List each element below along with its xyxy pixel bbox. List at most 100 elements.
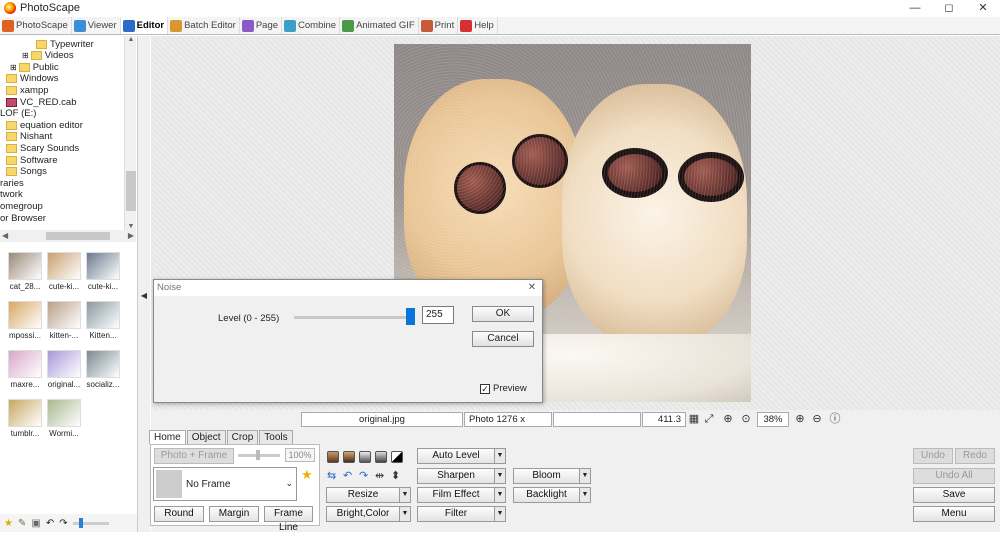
tab-help[interactable]: Help	[458, 17, 498, 34]
editor-tab-tools[interactable]: Tools	[259, 430, 293, 444]
checkmark-icon[interactable]: ✓	[480, 383, 490, 394]
filter-button[interactable]: Filter	[417, 506, 495, 522]
tab-animated-gif[interactable]: Animated GIF	[340, 17, 419, 34]
menu-button[interactable]: Menu	[913, 506, 995, 522]
auto-level-button[interactable]: Auto Level	[417, 448, 495, 464]
redo-button[interactable]: Redo	[955, 448, 995, 464]
folder-tree[interactable]: Typewriter ⊞ Videos ⊞ Public Windows xampp VC_R…	[0, 36, 137, 230]
expand-icon[interactable]: ⊞	[22, 51, 29, 60]
rotate-right-icon[interactable]: ↷	[359, 469, 368, 482]
shape-swatch[interactable]	[375, 451, 387, 463]
tree-item[interactable]: ⊞ Public	[10, 61, 59, 73]
scroll-left-icon[interactable]: ◀	[2, 230, 8, 242]
editor-tab-crop[interactable]: Crop	[226, 430, 259, 444]
maximize-button[interactable]: ◻	[932, 0, 966, 16]
bloom-button[interactable]: Bloom	[513, 468, 580, 484]
save-button[interactable]: Save	[913, 487, 995, 503]
tab-batch-editor[interactable]: Batch Editor	[168, 17, 240, 34]
zoom-out-icon[interactable]: ⊖	[810, 412, 824, 426]
tab-photoscape[interactable]: PhotoScape	[0, 17, 72, 34]
bright-color-button[interactable]: Bright,Color	[326, 506, 400, 522]
edit-icon[interactable]: ✎	[18, 518, 26, 529]
scroll-thumb[interactable]	[126, 171, 136, 211]
editor-tab-object[interactable]: Object	[186, 430, 226, 444]
level-slider-thumb[interactable]	[406, 308, 415, 325]
auto-level-dropdown-icon[interactable]: ▼	[494, 448, 506, 464]
minimize-button[interactable]: —	[898, 0, 932, 16]
tree-horizontal-scrollbar[interactable]: ◀ ▶	[0, 230, 136, 242]
thumbnail-item[interactable]: socializ...	[84, 348, 122, 394]
folder-view-icon[interactable]: ▣	[31, 518, 40, 529]
preview-checkbox[interactable]: ✓ Preview	[480, 383, 527, 394]
thumbnail-size-slider[interactable]	[72, 517, 109, 528]
tab-print[interactable]: Print	[419, 17, 459, 34]
scroll-up-icon[interactable]: ▲	[125, 36, 137, 43]
thumbnail-item[interactable]: Wormi...	[45, 397, 83, 443]
thumbnail-item[interactable]: maxre...	[6, 348, 44, 394]
photo-frame-button[interactable]: Photo + Frame	[154, 448, 234, 464]
tree-item[interactable]: xampp	[6, 84, 49, 96]
tree-item[interactable]: twork	[0, 189, 23, 201]
sharpen-button[interactable]: Sharpen	[417, 468, 495, 484]
collapse-arrow-icon[interactable]: ◀	[140, 276, 148, 316]
frame-size-slider[interactable]	[238, 450, 280, 460]
zoom-actual-icon[interactable]: ⊙	[739, 412, 753, 426]
filter-dropdown-icon[interactable]: ▼	[494, 506, 506, 522]
tree-vertical-scrollbar[interactable]: ▲ ▼	[124, 36, 136, 230]
forward-arrow-icon[interactable]: ↷	[59, 518, 67, 529]
frame-line-button[interactable]: Frame Line	[264, 506, 313, 533]
sharpen-dropdown-icon[interactable]: ▼	[494, 468, 506, 484]
cancel-button[interactable]: Cancel	[472, 331, 534, 347]
thumbnail-item[interactable]: cat_28...	[6, 250, 44, 296]
tree-item[interactable]: omegroup	[0, 200, 43, 212]
tree-item[interactable]: LOF (E:)	[0, 108, 36, 120]
frame-percent[interactable]: 100%	[285, 448, 315, 462]
dialog-close-button[interactable]: ✕	[528, 280, 536, 296]
scroll-right-icon[interactable]: ▶	[128, 230, 134, 242]
thumbnail-item[interactable]: cute-ki...	[84, 250, 122, 296]
contrast-swatch[interactable]	[391, 451, 403, 463]
thumbnail-item[interactable]: cute-ki...	[45, 250, 83, 296]
checker-icon[interactable]: ▦	[687, 412, 701, 426]
resize-dropdown-icon[interactable]: ▼	[399, 487, 411, 503]
close-button[interactable]: ✕	[966, 0, 1000, 16]
tree-item[interactable]: Software	[6, 154, 58, 166]
round-button[interactable]: Round	[154, 506, 204, 522]
panel-splitter[interactable]: ◀	[137, 36, 150, 532]
zoom-fit-icon[interactable]: ⊕	[721, 412, 735, 426]
fit-screen-icon[interactable]: ⤢	[702, 412, 716, 426]
tree-item[interactable]: Windows	[6, 73, 59, 85]
tab-page[interactable]: Page	[240, 17, 283, 34]
back-arrow-icon[interactable]: ↶	[46, 518, 54, 529]
scroll-down-icon[interactable]: ▼	[125, 223, 137, 230]
backlight-dropdown-icon[interactable]: ▼	[579, 487, 591, 503]
tab-combine[interactable]: Combine	[282, 17, 341, 34]
hscroll-thumb[interactable]	[46, 232, 110, 240]
tree-item[interactable]: raries	[0, 177, 24, 189]
undo-all-button[interactable]: Undo All	[913, 468, 995, 484]
tab-viewer[interactable]: Viewer	[72, 17, 121, 34]
margin-button[interactable]: Margin	[209, 506, 259, 522]
thumbnail-item[interactable]: tumblr...	[6, 397, 44, 443]
tree-item[interactable]: equation editor	[6, 119, 83, 131]
undo-button[interactable]: Undo	[913, 448, 953, 464]
resize-button[interactable]: Resize	[326, 487, 400, 503]
film-effect-dropdown-icon[interactable]: ▼	[494, 487, 506, 503]
tree-item[interactable]: VC_RED.cab	[6, 96, 77, 108]
star-icon[interactable]: ★	[4, 518, 13, 529]
level-slider-track[interactable]	[294, 316, 409, 319]
tree-item[interactable]: Nishant	[6, 131, 52, 143]
tab-editor[interactable]: Editor	[120, 17, 169, 34]
flip-icon[interactable]: ⇹	[375, 469, 384, 482]
thumbnail-item[interactable]: kitten-...	[45, 299, 83, 345]
thumbnail-item[interactable]: mpossi...	[6, 299, 44, 345]
tree-item[interactable]: ⊞ Videos	[22, 50, 74, 62]
frame-select[interactable]: No Frame ⌄	[153, 467, 297, 501]
film-effect-button[interactable]: Film Effect	[417, 487, 495, 503]
tree-item[interactable]: or Browser	[0, 212, 46, 224]
tree-item[interactable]: Songs	[6, 166, 47, 178]
favorite-star-icon[interactable]: ★	[301, 467, 313, 483]
level-input[interactable]: 255	[422, 306, 454, 324]
shape-swatch[interactable]	[343, 451, 355, 463]
bright-color-dropdown-icon[interactable]: ▼	[399, 506, 411, 522]
